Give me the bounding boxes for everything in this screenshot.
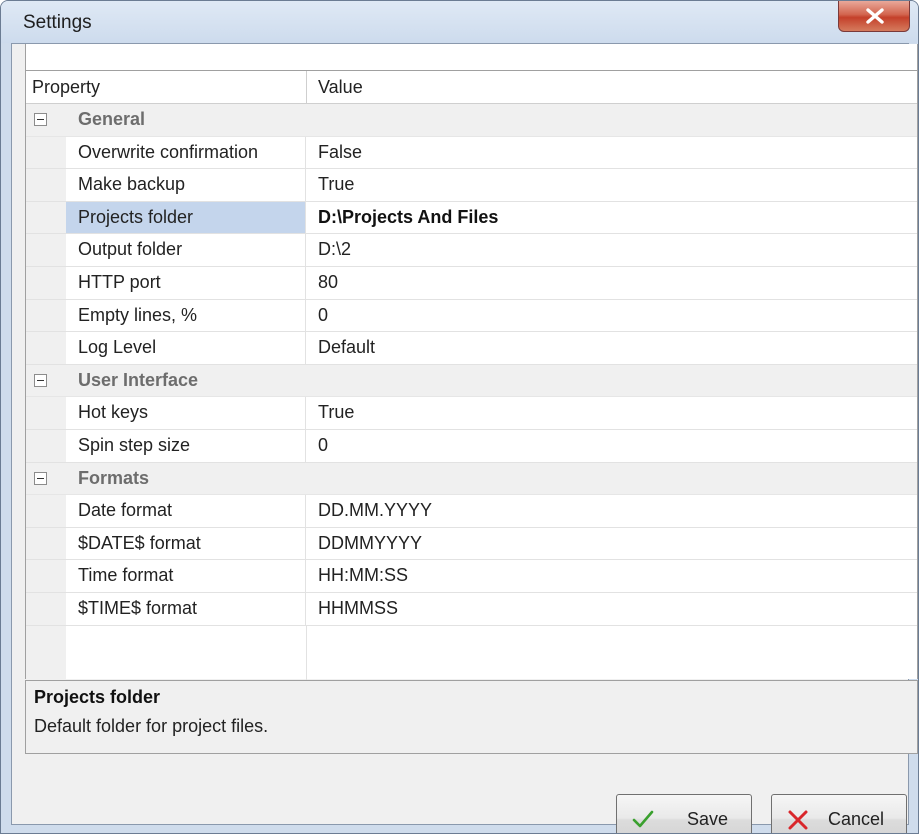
category-label: Formats [78, 467, 150, 488]
property-name: Time format [66, 560, 306, 592]
category-label: User Interface [78, 369, 199, 390]
title-bar[interactable]: Settings [1, 1, 918, 43]
property-value[interactable]: HHMMSS [318, 598, 398, 619]
property-column-header[interactable]: Property [32, 77, 100, 98]
property-name: Make backup [66, 169, 306, 201]
property-row-overwrite-confirmation[interactable]: Overwrite confirmation False [26, 136, 917, 170]
checkmark-icon [632, 810, 654, 828]
property-value[interactable]: True [318, 174, 354, 195]
property-value[interactable]: DDMMYYYY [318, 533, 422, 554]
property-name: Hot keys [66, 397, 306, 429]
description-text: Default folder for project files. [34, 716, 269, 736]
row-gutter [26, 397, 66, 429]
property-row-projects-folder[interactable]: Projects folder D:\Projects And Files [26, 201, 917, 235]
property-row-log-level[interactable]: Log Level Default [26, 332, 917, 365]
row-gutter [26, 234, 66, 266]
property-row-output-folder[interactable]: Output folder D:\2 [26, 234, 917, 267]
window-title: Settings [23, 12, 92, 33]
row-gutter [26, 169, 66, 201]
cancel-button-label: Cancel [828, 809, 885, 829]
property-row-time-format[interactable]: Time format HH:MM:SS [26, 560, 917, 593]
column-divider [306, 625, 307, 686]
property-row-spin-step-size[interactable]: Spin step size 0 [26, 429, 917, 463]
property-name: Overwrite confirmation [66, 136, 306, 169]
property-name: Date format [66, 495, 306, 527]
collapse-icon[interactable] [34, 373, 47, 387]
property-value[interactable]: Default [318, 337, 375, 358]
grid-empty-area [26, 625, 917, 686]
collapse-icon[interactable] [34, 113, 47, 126]
row-gutter [26, 495, 66, 527]
row-gutter [26, 136, 66, 169]
description-title: Projects folder [34, 687, 161, 707]
row-gutter [26, 332, 66, 364]
property-row-date-format[interactable]: Date format DD.MM.YYYY [26, 495, 917, 528]
property-value[interactable]: D:\Projects And Files [318, 207, 498, 228]
row-gutter [26, 429, 66, 462]
description-panel: Projects folder Default folder for proje… [25, 680, 918, 754]
property-row-http-port[interactable]: HTTP port 80 [26, 266, 917, 300]
row-gutter [26, 201, 66, 234]
property-value[interactable]: True [318, 402, 354, 423]
category-label: General [78, 109, 146, 129]
cancel-x-icon [788, 810, 808, 830]
property-row-empty-lines[interactable]: Empty lines, % 0 [26, 299, 917, 333]
property-value[interactable]: D:\2 [318, 239, 351, 260]
property-value[interactable]: DD.MM.YYYY [318, 500, 432, 521]
category-general[interactable]: General [26, 104, 917, 137]
property-value[interactable]: 0 [318, 435, 328, 456]
property-name: $TIME$ format [66, 592, 306, 625]
property-name: HTTP port [66, 266, 306, 299]
property-row-make-backup[interactable]: Make backup True [26, 169, 917, 202]
row-gutter [26, 266, 66, 299]
dialog-client-area: Property Value General Overwrite confirm… [11, 43, 918, 833]
grid-header: Property Value [26, 70, 917, 104]
column-divider[interactable] [306, 71, 307, 104]
property-grid[interactable]: Property Value General Overwrite confirm… [25, 44, 918, 686]
property-value[interactable]: HH:MM:SS [318, 565, 408, 586]
row-gutter [26, 560, 66, 592]
property-value[interactable]: 80 [318, 272, 338, 293]
grid-rows: General Overwrite confirmation False Mak… [26, 104, 917, 686]
category-formats[interactable]: Formats [26, 462, 917, 496]
property-value[interactable]: False [318, 142, 362, 163]
category-user-interface[interactable]: User Interface [26, 364, 917, 398]
value-column-header[interactable]: Value [318, 77, 363, 98]
row-gutter [26, 527, 66, 560]
save-button-label: Save [687, 809, 729, 829]
save-button[interactable]: Save [616, 794, 752, 833]
property-name: Log Level [66, 332, 306, 364]
property-row-time-var-format[interactable]: $TIME$ format HHMMSS [26, 592, 917, 626]
property-name: $DATE$ format [66, 527, 306, 560]
property-name: Output folder [66, 234, 306, 266]
close-icon [866, 8, 884, 24]
close-button[interactable] [838, 1, 910, 32]
collapse-icon[interactable] [34, 471, 47, 485]
row-gutter [26, 299, 66, 332]
property-row-date-var-format[interactable]: $DATE$ format DDMMYYYY [26, 527, 917, 561]
property-name: Spin step size [66, 429, 306, 462]
property-value[interactable]: 0 [318, 305, 328, 326]
property-row-hot-keys[interactable]: Hot keys True [26, 397, 917, 430]
row-gutter [26, 592, 66, 625]
settings-window: Settings Property Value General Overwrit… [0, 0, 919, 834]
cancel-button[interactable]: Cancel [771, 794, 907, 833]
property-name: Empty lines, % [66, 299, 306, 332]
row-gutter [26, 625, 66, 686]
property-name: Projects folder [66, 201, 306, 234]
